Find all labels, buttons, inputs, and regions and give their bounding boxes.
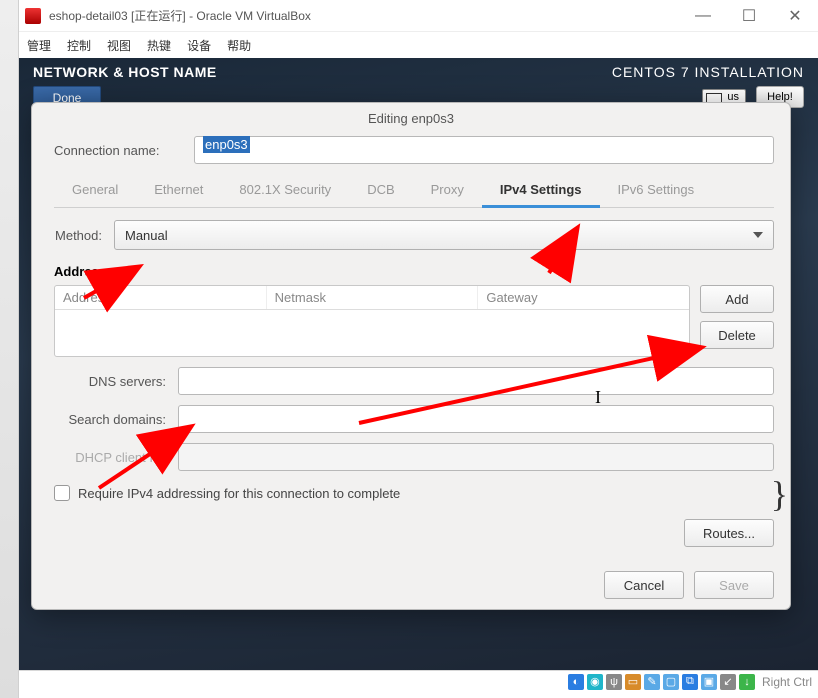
menubar: 管理 控制 视图 热键 设备 帮助 — [19, 32, 818, 58]
virtualbox-icon — [25, 8, 41, 24]
col-address: Address — [55, 286, 267, 309]
tab-ipv6[interactable]: IPv6 Settings — [600, 174, 713, 207]
vm-statusbar: ◐ ◉ ψ ▭ ✎ ▢ ⧉ ▣ ↙ ↓ Right Ctrl — [19, 670, 818, 692]
tab-ipv4[interactable]: IPv4 Settings — [482, 174, 600, 208]
connection-name-label: Connection name: — [54, 143, 194, 158]
addresses-title: Addresses — [54, 264, 774, 279]
routes-button[interactable]: Routes... — [684, 519, 774, 547]
window-title: eshop-detail03 [正在运行] - Oracle VM Virtua… — [49, 7, 680, 24]
brace-glyph: } — [771, 473, 788, 515]
maximize-button[interactable]: ☐ — [726, 0, 772, 32]
search-domains-input[interactable] — [178, 405, 774, 433]
vm-display: NETWORK & HOST NAME Done CENTOS 7 INSTAL… — [19, 58, 818, 670]
status-record-icon[interactable]: ▣ — [701, 674, 717, 690]
close-button[interactable]: ✕ — [772, 0, 818, 32]
settings-tabs: General Ethernet 802.1X Security DCB Pro… — [54, 174, 774, 208]
tab-ethernet[interactable]: Ethernet — [136, 174, 221, 207]
window-titlebar[interactable]: eshop-detail03 [正在运行] - Oracle VM Virtua… — [19, 0, 818, 32]
status-folder-icon[interactable]: ▭ — [625, 674, 641, 690]
menu-help[interactable]: 帮助 — [227, 37, 251, 54]
status-display-icon[interactable]: ▢ — [663, 674, 679, 690]
method-value: Manual — [125, 228, 168, 243]
status-usb-icon[interactable]: ψ — [606, 674, 622, 690]
chevron-down-icon — [753, 232, 763, 238]
product-title: CENTOS 7 INSTALLATION — [612, 64, 804, 80]
edit-connection-dialog: Editing enp0s3 Connection name: enp0s3 G… — [31, 102, 791, 610]
text-cursor-icon: I — [595, 387, 601, 408]
addresses-table[interactable]: Address Netmask Gateway — [54, 285, 690, 357]
status-optical-icon[interactable]: ◉ — [587, 674, 603, 690]
section-title: NETWORK & HOST NAME — [33, 64, 217, 80]
status-harddisk-icon[interactable]: ◐ — [568, 674, 584, 690]
connection-name-input[interactable]: enp0s3 — [194, 136, 774, 164]
require-ipv4-checkbox[interactable] — [54, 485, 70, 501]
dns-input[interactable] — [178, 367, 774, 395]
tab-dcb[interactable]: DCB — [349, 174, 412, 207]
status-power-icon[interactable]: ↓ — [739, 674, 755, 690]
tab-8021x[interactable]: 802.1X Security — [221, 174, 349, 207]
menu-view[interactable]: 视图 — [107, 37, 131, 54]
delete-button[interactable]: Delete — [700, 321, 774, 349]
menu-devices[interactable]: 设备 — [187, 37, 211, 54]
search-domains-label: Search domains: — [54, 412, 178, 427]
dialog-title: Editing enp0s3 — [32, 103, 790, 136]
tab-proxy[interactable]: Proxy — [413, 174, 482, 207]
tab-general[interactable]: General — [54, 174, 136, 207]
require-ipv4-label: Require IPv4 addressing for this connect… — [78, 486, 400, 501]
col-netmask: Netmask — [267, 286, 479, 309]
method-dropdown[interactable]: Manual — [114, 220, 774, 250]
menu-manage[interactable]: 管理 — [27, 37, 51, 54]
virtualbox-window: eshop-detail03 [正在运行] - Oracle VM Virtua… — [18, 0, 818, 698]
col-gateway: Gateway — [478, 286, 689, 309]
dns-label: DNS servers: — [54, 374, 178, 389]
minimize-button[interactable]: — — [680, 0, 726, 32]
dhcp-client-id-label: DHCP client ID: — [54, 450, 178, 465]
status-mouse-icon[interactable]: ↙ — [720, 674, 736, 690]
status-network-icon[interactable]: ⧉ — [682, 674, 698, 690]
menu-hotkeys[interactable]: 热键 — [147, 37, 171, 54]
menu-control[interactable]: 控制 — [67, 37, 91, 54]
cancel-button[interactable]: Cancel — [604, 571, 684, 599]
host-key-label: Right Ctrl — [762, 675, 812, 689]
save-button[interactable]: Save — [694, 571, 774, 599]
add-button[interactable]: Add — [700, 285, 774, 313]
dhcp-client-id-input — [178, 443, 774, 471]
method-label: Method: — [54, 228, 114, 243]
status-clipboard-icon[interactable]: ✎ — [644, 674, 660, 690]
